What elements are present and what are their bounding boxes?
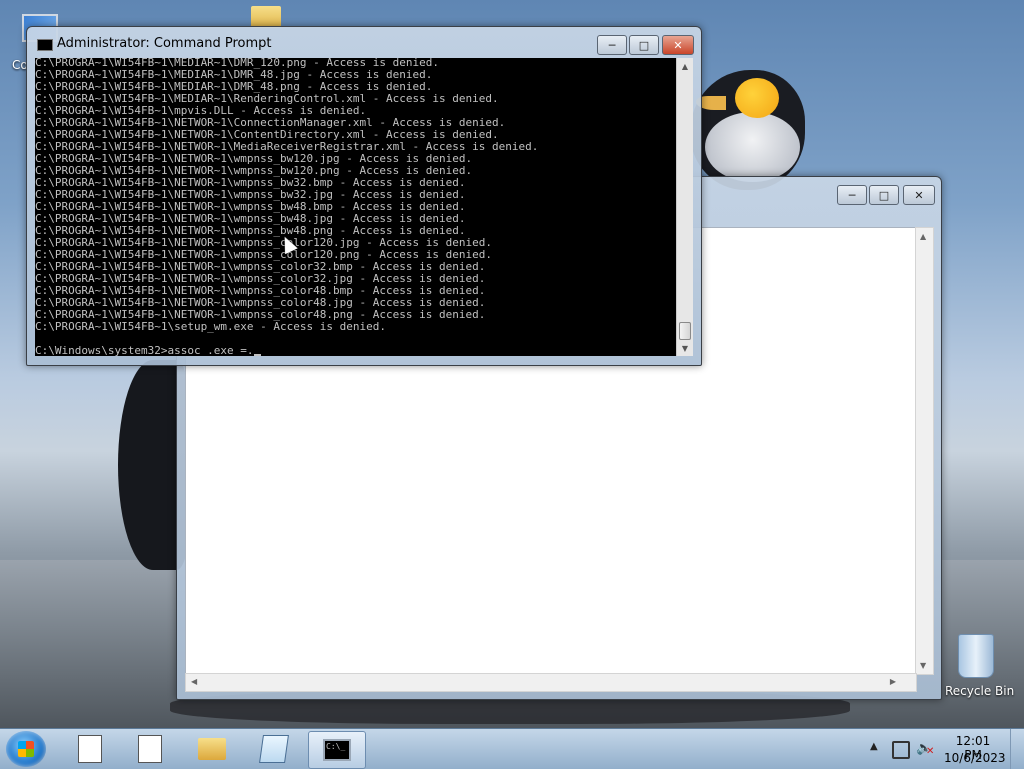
console-line: C:\PROGRA~1\WI54FB~1\setup_wm.exe - Acce… — [35, 320, 386, 333]
taskbar-item-explorer[interactable] — [184, 731, 240, 767]
maximize-button[interactable]: □ — [629, 35, 659, 55]
clock-date[interactable]: 10/6/2023 — [944, 751, 1006, 765]
desktop-icon-recycle-bin[interactable]: Recycle Bin — [940, 630, 1015, 700]
muted-icon: ✕ — [926, 746, 935, 757]
scroll-up-icon[interactable]: ▲ — [920, 232, 926, 241]
close-icon: ✕ — [914, 188, 924, 202]
prompt-text: C:\Windows\system32>assoc .exe =. — [35, 344, 254, 357]
command-prompt-window[interactable]: Administrator: Command Prompt ─ □ ✕ C:\P… — [26, 26, 702, 366]
vertical-scrollbar[interactable]: ▲ ▼ — [676, 58, 693, 356]
window-title: Administrator: Command Prompt — [57, 36, 272, 51]
system-tray: ▲ 🔈 ✕ 12:01 PM 10/6/2023 — [864, 729, 1024, 769]
scroll-down-icon[interactable]: ▼ — [920, 661, 926, 670]
notepad-icon — [259, 735, 289, 763]
show-hidden-icons-icon[interactable]: ▲ — [870, 741, 878, 752]
cmd-icon — [37, 39, 53, 51]
cmd-icon: C:\_ — [323, 739, 351, 761]
network-icon[interactable] — [892, 741, 910, 759]
taskbar: C:\_ ▲ 🔈 ✕ 12:01 PM 10/6/2023 — [0, 728, 1024, 769]
document-icon — [78, 735, 102, 763]
minimize-button[interactable]: ─ — [837, 185, 867, 205]
scroll-down-icon[interactable]: ▼ — [677, 340, 693, 356]
scroll-up-icon[interactable]: ▲ — [677, 58, 693, 74]
desktop-folder-icon[interactable] — [251, 6, 281, 28]
taskbar-item-document-2[interactable] — [122, 731, 178, 767]
minimize-icon: ─ — [608, 38, 616, 52]
console-output[interactable]: C:\PROGRA~1\WI54FB~1\MEDIAR~1\DMR_120.pn… — [35, 58, 676, 356]
taskbar-item-command-prompt[interactable]: C:\_ — [308, 731, 366, 769]
desktop-icon-label: Recycle Bin — [945, 684, 1015, 698]
cmd-icon-text: C:\_ — [326, 742, 346, 751]
horizontal-scrollbar[interactable]: ◀ ▶ — [185, 673, 917, 692]
maximize-icon: □ — [638, 38, 650, 52]
taskbar-item-notepad[interactable] — [246, 731, 302, 767]
recycle-bin-icon — [958, 634, 994, 678]
close-button[interactable]: ✕ — [903, 185, 935, 205]
maximize-icon: □ — [878, 188, 890, 202]
taskbar-item-document-1[interactable] — [62, 731, 118, 767]
scrollbar-thumb[interactable] — [679, 322, 691, 340]
window-titlebar[interactable]: Administrator: Command Prompt ─ □ ✕ — [27, 27, 701, 59]
text-cursor — [253, 354, 261, 356]
minimize-icon: ─ — [848, 188, 856, 202]
console-prompt[interactable]: C:\Windows\system32>assoc .exe =. — [35, 345, 261, 356]
vertical-scrollbar[interactable]: ▲ ▼ — [915, 227, 934, 675]
folder-icon — [198, 738, 226, 760]
maximize-button[interactable]: □ — [869, 185, 899, 205]
scroll-right-icon[interactable]: ▶ — [890, 677, 896, 686]
console-lines: C:\PROGRA~1\WI54FB~1\MEDIAR~1\DMR_120.pn… — [35, 58, 538, 333]
wallpaper-penguin-cheek — [735, 78, 779, 118]
close-button[interactable]: ✕ — [662, 35, 694, 55]
windows-logo-icon — [18, 741, 34, 757]
close-icon: ✕ — [673, 38, 683, 52]
scroll-left-icon[interactable]: ◀ — [191, 677, 197, 686]
minimize-button[interactable]: ─ — [597, 35, 627, 55]
start-button[interactable] — [6, 731, 46, 767]
show-desktop-button[interactable] — [1010, 729, 1024, 769]
document-icon — [138, 735, 162, 763]
wallpaper-penguin-belly — [705, 112, 800, 182]
